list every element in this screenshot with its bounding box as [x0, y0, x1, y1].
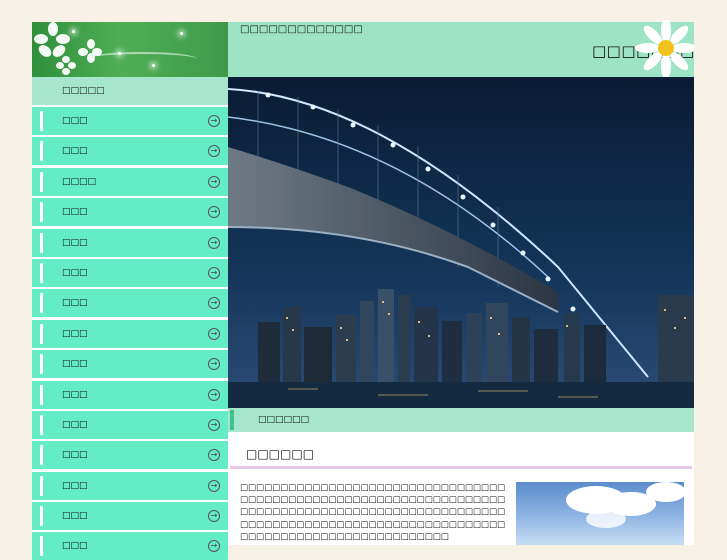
- sidebar-item-marker: [40, 475, 43, 496]
- sidebar-item-marker: [40, 384, 43, 405]
- sidebar-item-label: □□□: [62, 480, 88, 491]
- sidebar-item[interactable]: □□□ →: [32, 410, 228, 439]
- arrow-right-icon[interactable]: →: [208, 115, 220, 127]
- sidebar-item-marker: [40, 323, 43, 344]
- sidebar-item-marker: [40, 354, 43, 375]
- sparkle-decoration: [152, 64, 155, 67]
- sidebar-item-marker: [40, 141, 43, 162]
- arrow-right-icon[interactable]: →: [208, 388, 220, 401]
- sparkle-decoration: [72, 30, 75, 33]
- arrow-right-icon[interactable]: →: [208, 540, 220, 553]
- sidebar-item-label: □□□: [62, 450, 88, 461]
- sidebar-item-marker: [40, 293, 43, 314]
- sidebar-item-label: □□□: [62, 298, 88, 309]
- sidebar-item-marker: [40, 414, 43, 435]
- article-body: □□□□□□□□□□□□□□□□□□□□□□□□□□□□□□□□□□□□□□□□…: [240, 483, 506, 542]
- sidebar-item[interactable]: □□□ →: [32, 532, 228, 560]
- flower-decoration: [56, 56, 80, 77]
- cloud-decoration: [586, 510, 626, 528]
- sidebar-item-label: □□□: [62, 146, 88, 157]
- sparkle-decoration: [118, 52, 121, 55]
- divider: [230, 466, 692, 469]
- article-title[interactable]: □□□□□□: [246, 447, 314, 461]
- sidebar-heading: □□□□□: [32, 77, 228, 105]
- sky-image: [516, 482, 684, 545]
- arrow-right-icon[interactable]: →: [208, 479, 220, 492]
- sidebar-item-marker: [40, 111, 43, 131]
- sidebar-nav: □□□ → □□□ → □□□□ → □□□ → □□□ → □□□ → □□□ → □□□ → □□□ → □□□…: [32, 107, 228, 560]
- logo-banner: [32, 22, 228, 77]
- swoosh-decoration: [87, 52, 197, 66]
- page-container: □□□□□□□□□□□□□ □□□□□□□ □□□□□ □□□→□□□→□□□□…: [32, 20, 694, 560]
- sidebar-item-marker: [40, 202, 43, 223]
- arrow-right-icon[interactable]: →: [208, 236, 220, 249]
- sidebar-item-label: □□□: [62, 511, 88, 522]
- arrow-right-icon[interactable]: →: [208, 206, 220, 219]
- sidebar-item-label: □□□: [62, 328, 88, 339]
- sidebar-item-label: □□□: [62, 419, 88, 430]
- arrow-right-icon[interactable]: →: [208, 297, 220, 310]
- sidebar-item[interactable]: □□□ →: [32, 319, 228, 348]
- sidebar-item-label: □□□: [62, 359, 88, 370]
- site-tagline: □□□□□□□□□□□□□: [240, 24, 363, 35]
- sidebar-item-marker: [40, 232, 43, 253]
- daisy-icon: [635, 20, 694, 79]
- bridge-skyline-image: [228, 77, 694, 408]
- sidebar-item-label: □□□: [62, 541, 88, 552]
- sidebar-item-label: □□□: [62, 207, 88, 218]
- sidebar: □□□□□ □□□ → □□□ → □□□□ → □□□ → □□□ → □□□ → □□□ → □□□ → □…: [32, 77, 228, 560]
- cloud-decoration: [646, 482, 684, 502]
- sidebar-item[interactable]: □□□ →: [32, 471, 228, 500]
- sidebar-item[interactable]: □□□ →: [32, 258, 228, 287]
- sidebar-item[interactable]: □□□□ →: [32, 167, 228, 196]
- arrow-right-icon[interactable]: →: [208, 175, 220, 188]
- arrow-right-icon[interactable]: →: [208, 266, 220, 279]
- sidebar-item[interactable]: □□□ →: [32, 502, 228, 531]
- sidebar-item-marker: [40, 445, 43, 466]
- sidebar-item-marker: [40, 262, 43, 283]
- sidebar-item-label: □□□: [62, 237, 88, 248]
- sidebar-item[interactable]: □□□ →: [32, 228, 228, 257]
- sidebar-item-label: □□□□: [62, 176, 97, 187]
- sidebar-item[interactable]: □□□ →: [32, 107, 228, 135]
- sparkle-decoration: [180, 32, 183, 35]
- sidebar-item[interactable]: □□□ →: [32, 350, 228, 379]
- sidebar-item[interactable]: □□□ →: [32, 441, 228, 470]
- section-title: □□□□□□: [258, 415, 310, 425]
- sidebar-item[interactable]: □□□ →: [32, 289, 228, 318]
- sidebar-item-label: □□□: [62, 267, 88, 278]
- sidebar-item[interactable]: □□□ →: [32, 380, 228, 409]
- sidebar-item[interactable]: □□□ →: [32, 198, 228, 227]
- arrow-right-icon[interactable]: →: [208, 510, 220, 523]
- sidebar-item-marker: [40, 506, 43, 527]
- sidebar-item-label: □□□: [62, 389, 88, 400]
- section-accent: [230, 410, 234, 430]
- section-header: □□□□□□: [228, 408, 694, 432]
- sidebar-item-label: □□□: [62, 116, 88, 126]
- sidebar-item[interactable]: □□□ →: [32, 137, 228, 166]
- arrow-right-icon[interactable]: →: [208, 145, 220, 158]
- hero-image: [228, 77, 694, 408]
- header-band: □□□□□□□□□□□□□ □□□□□□□: [228, 20, 694, 79]
- arrow-right-icon[interactable]: →: [208, 358, 220, 371]
- arrow-right-icon[interactable]: →: [208, 418, 220, 431]
- arrow-right-icon[interactable]: →: [208, 327, 220, 340]
- sidebar-item-marker: [40, 171, 43, 192]
- sidebar-item-marker: [40, 536, 43, 557]
- arrow-right-icon[interactable]: →: [208, 449, 220, 462]
